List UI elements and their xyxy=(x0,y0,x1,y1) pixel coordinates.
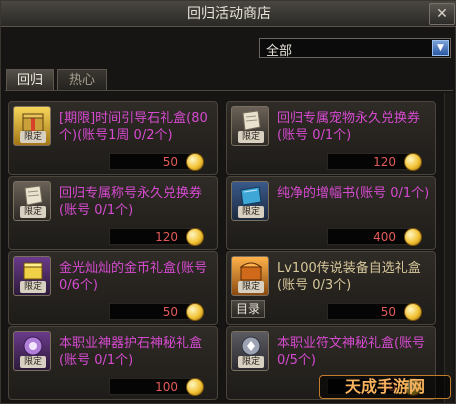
shop-item-card[interactable]: 限定 [期限]时间引导石礼盒(80个)(账号1周 0/2个) 50 xyxy=(8,101,218,175)
item-price: 50 xyxy=(380,305,396,319)
limited-badge: 限定 xyxy=(20,356,46,368)
tab-return[interactable]: 回归 xyxy=(6,69,54,91)
item-name: 金光灿灿的金币礼盒(账号 0/6个) xyxy=(59,261,208,293)
coin-icon xyxy=(404,228,422,246)
book-icon: 限定 xyxy=(231,181,269,221)
scrollbar[interactable] xyxy=(444,93,453,403)
catalog-button[interactable]: 目录 xyxy=(231,300,265,318)
title-bar: 回归活动商店 ✕ xyxy=(1,1,456,27)
shop-window: 回归活动商店 ✕ 全部 ▼ 回归 热心 限定 [期限]时间引导石礼盒(80个)(… xyxy=(0,0,456,404)
price-bar: 100 xyxy=(109,378,204,396)
item-name: [期限]时间引导石礼盒(80个)(账号1周 0/2个) xyxy=(59,111,208,143)
item-name: 纯净的增幅书(账号 0/1个) xyxy=(277,186,430,201)
item-price: 400 xyxy=(373,230,396,244)
shop-item-card[interactable]: 限定 纯净的增幅书(账号 0/1个) 400 xyxy=(226,176,436,250)
item-name: Lv100传说装备自选礼盒(账号 0/3个) xyxy=(277,261,421,293)
shop-item-card[interactable]: 限定 Lv100传说装备自选礼盒(账号 0/3个) 目录 50 xyxy=(226,251,436,325)
limited-badge: 限定 xyxy=(238,281,264,293)
orb-icon: 限定 xyxy=(13,331,51,371)
item-name: 回归专属称号永久兑换券(账号 0/1个) xyxy=(59,186,203,218)
price-bar: 120 xyxy=(327,153,422,171)
shop-item-card[interactable]: 限定 回归专属称号永久兑换券(账号 0/1个) 120 xyxy=(8,176,218,250)
gold-box-glyph xyxy=(23,262,43,280)
price-bar: 50 xyxy=(109,303,204,321)
chest-icon: 限定 xyxy=(231,256,269,296)
shop-item-card[interactable]: 限定 本职业神器护石神秘礼盒(账号 0/1个) 100 xyxy=(8,326,218,400)
category-selected: 全部 xyxy=(266,44,293,59)
price-bar: 50 xyxy=(109,153,204,171)
gift-box-icon: 限定 xyxy=(13,106,51,146)
item-price: 120 xyxy=(373,155,396,169)
rune-icon: 限定 xyxy=(231,331,269,371)
item-price: 100 xyxy=(155,380,178,394)
item-price: 50 xyxy=(162,305,178,319)
limited-badge: 限定 xyxy=(20,131,46,143)
item-name: 本职业神器护石神秘礼盒(账号 0/1个) xyxy=(59,336,203,368)
window-title: 回归活动商店 xyxy=(187,6,271,22)
coin-icon xyxy=(404,303,422,321)
item-name: 回归专属宠物永久兑换券(账号 0/1个) xyxy=(277,111,421,143)
limited-badge: 限定 xyxy=(238,206,264,218)
coin-icon xyxy=(186,303,204,321)
price-bar: 120 xyxy=(109,228,204,246)
coin-icon xyxy=(186,153,204,171)
price-bar: 50 xyxy=(327,303,422,321)
limited-badge: 限定 xyxy=(20,206,46,218)
item-price: 50 xyxy=(162,155,178,169)
chevron-down-icon[interactable]: ▼ xyxy=(432,40,449,56)
shop-item-card[interactable]: 限定 金光灿灿的金币礼盒(账号 0/6个) 50 xyxy=(8,251,218,325)
limited-badge: 限定 xyxy=(238,356,264,368)
limited-badge: 限定 xyxy=(20,281,46,293)
book-glyph xyxy=(240,186,262,206)
coin-icon xyxy=(404,153,422,171)
chest-glyph xyxy=(239,262,263,281)
tab-divider xyxy=(5,90,453,91)
price-bar: 400 xyxy=(327,228,422,246)
rune-glyph xyxy=(241,336,261,356)
coin-icon xyxy=(186,228,204,246)
scroll-glyph xyxy=(24,185,43,206)
scroll-icon: 限定 xyxy=(231,106,269,146)
tab-enthusiastic[interactable]: 热心 xyxy=(57,69,107,91)
scroll-icon: 限定 xyxy=(13,181,51,221)
category-dropdown[interactable]: 全部 ▼ xyxy=(259,38,451,59)
limited-badge: 限定 xyxy=(238,131,264,143)
watermark-logo: 天成手游网 xyxy=(319,375,451,399)
gift-box-glyph xyxy=(22,113,44,132)
shop-item-card[interactable]: 限定 回归专属宠物永久兑换券(账号 0/1个) 120 xyxy=(226,101,436,175)
scroll-glyph xyxy=(242,110,261,131)
orb-glyph xyxy=(23,336,43,356)
item-price: 120 xyxy=(155,230,178,244)
item-name: 本职业符文神秘礼盒(账号 0/5个) xyxy=(277,336,426,368)
gold-box-icon: 限定 xyxy=(13,256,51,296)
coin-icon xyxy=(186,378,204,396)
close-button[interactable]: ✕ xyxy=(429,3,455,25)
